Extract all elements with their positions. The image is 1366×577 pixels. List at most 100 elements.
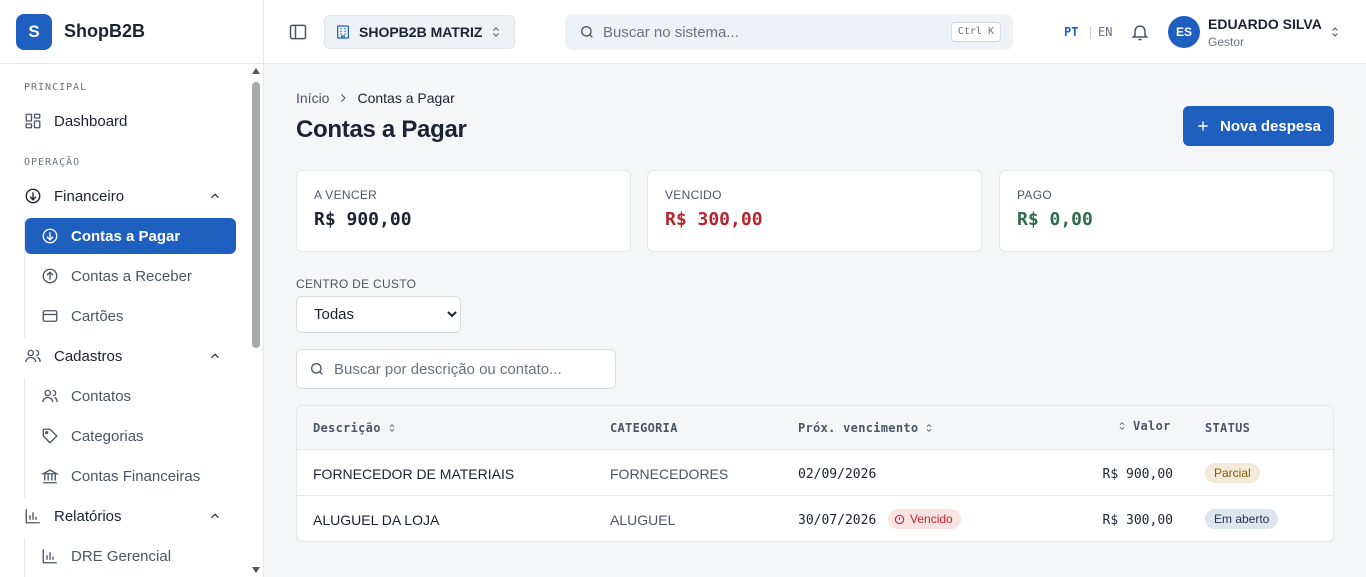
store-selector[interactable]: SHOPB2B MATRIZ xyxy=(324,15,515,49)
cell-descricao: FORNECEDOR DE MATERIAIS xyxy=(313,466,515,482)
users-icon xyxy=(42,389,58,403)
breadcrumb: Início Contas a Pagar xyxy=(296,90,455,106)
header-label: STATUS xyxy=(1205,421,1251,435)
cell-descricao: ALUGUEL DA LOJA xyxy=(313,512,440,528)
cost-center-select[interactable]: Todas xyxy=(296,296,461,333)
sidebar-item-categorias[interactable]: Categorias xyxy=(41,418,236,454)
header-label: CATEGORIA xyxy=(610,421,678,435)
header-categoria: CATEGORIA xyxy=(610,421,678,435)
table-search[interactable] xyxy=(296,349,616,389)
alert-circle-icon xyxy=(894,514,905,524)
sidebar-item-contas-receber[interactable]: Contas a Receber xyxy=(41,258,236,294)
bar-chart-icon xyxy=(25,509,40,524)
chevron-right-icon xyxy=(341,94,347,102)
card-label: PAGO xyxy=(1017,188,1052,202)
table-row[interactable]: ALUGUEL DA LOJA ALUGUEL 30/07/2026 Venci… xyxy=(297,496,1333,541)
avatar[interactable]: ES xyxy=(1168,16,1200,48)
sidebar-item-financeiro[interactable]: Financeiro xyxy=(24,178,236,214)
bell-icon[interactable] xyxy=(1130,22,1150,42)
scroll-thumb[interactable] xyxy=(252,82,260,348)
cell-categoria: FORNECEDORES xyxy=(610,466,729,482)
sidebar-item-label: DRE Gerencial xyxy=(71,547,172,565)
global-search-input[interactable] xyxy=(603,23,943,41)
main-content: Início Contas a Pagar Contas a Pagar Nov… xyxy=(264,64,1366,577)
lang-en-button[interactable]: EN xyxy=(1098,25,1112,39)
card-label: VENCIDO xyxy=(665,188,722,202)
sort-icon xyxy=(1119,421,1125,431)
brand[interactable]: S ShopB2B xyxy=(0,0,263,64)
overdue-label: Vencido xyxy=(910,512,953,526)
chevron-up-icon xyxy=(211,353,219,359)
search-icon xyxy=(581,26,593,38)
status-badge: Parcial xyxy=(1205,463,1260,483)
sidebar-item-label: Contas Financeiras xyxy=(71,467,201,485)
sidebar: S ShopB2B PRINCIPAL Dashboard OPERAÇÃO F… xyxy=(0,0,264,577)
scroll-down-arrow[interactable] xyxy=(252,567,260,573)
sort-icon xyxy=(926,423,932,433)
sidebar-item-label: Contas a Pagar xyxy=(71,227,181,245)
sidebar-item-label: Cartões xyxy=(71,307,124,325)
tag-icon xyxy=(42,428,58,444)
card-label: A VENCER xyxy=(314,188,378,202)
tree-line xyxy=(24,378,25,498)
sidebar-item-dashboard[interactable]: Dashboard xyxy=(24,103,236,139)
cost-center-label: CENTRO DE CUSTO xyxy=(296,277,417,291)
new-expense-button[interactable]: Nova despesa xyxy=(1183,106,1334,146)
sidebar-item-contas-financeiras[interactable]: Contas Financeiras xyxy=(41,458,236,494)
sidebar-item-cadastros[interactable]: Cadastros xyxy=(24,338,236,374)
summary-card-vencido: VENCIDO R$ 300,00 xyxy=(647,170,982,252)
header-label: Valor xyxy=(1133,419,1171,433)
cell-vencimento: 30/07/2026 xyxy=(798,513,877,528)
page-title: Contas a Pagar xyxy=(296,116,467,143)
chevron-updown-icon[interactable] xyxy=(1329,24,1341,40)
sidebar-item-label: Contatos xyxy=(71,387,132,405)
bank-icon xyxy=(41,469,59,484)
arrow-up-circle-icon xyxy=(42,268,58,284)
table-header: Descrição CATEGORIA Próx. vencimento Val… xyxy=(297,406,1333,450)
overdue-badge: Vencido xyxy=(888,509,961,529)
sidebar-item-relatorios[interactable]: Relatórios xyxy=(24,498,236,534)
sidebar-item-dre[interactable]: DRE Gerencial xyxy=(41,538,236,574)
user-name[interactable]: EDUARDO SILVA xyxy=(1208,16,1322,32)
section-label-operacao: OPERAÇÃO xyxy=(24,157,81,168)
plus-icon xyxy=(1198,121,1208,131)
bar-chart-icon xyxy=(42,549,57,564)
arrow-down-circle-icon xyxy=(42,228,58,244)
scroll-up-arrow[interactable] xyxy=(252,68,260,74)
tree-line xyxy=(24,538,25,577)
global-search[interactable]: Ctrl K xyxy=(565,14,1013,50)
sidebar-nav: PRINCIPAL Dashboard OPERAÇÃO Financeiro … xyxy=(0,64,263,577)
sidebar-item-cartoes[interactable]: Cartões xyxy=(41,298,236,334)
summary-card-a-vencer: A VENCER R$ 900,00 xyxy=(296,170,631,252)
header-valor[interactable]: Valor xyxy=(1117,419,1171,433)
card-value: R$ 900,00 xyxy=(314,209,412,230)
cell-vencimento: 02/09/2026 xyxy=(798,467,877,482)
table-search-input[interactable] xyxy=(334,360,614,378)
sidebar-toggle-icon[interactable] xyxy=(288,22,308,42)
card-value: R$ 300,00 xyxy=(665,209,763,230)
sidebar-item-label: Relatórios xyxy=(54,507,122,525)
card-value: R$ 0,00 xyxy=(1017,209,1093,230)
payables-table: Descrição CATEGORIA Próx. vencimento Val… xyxy=(296,405,1334,542)
search-icon xyxy=(311,363,323,375)
sidebar-item-contatos[interactable]: Contatos xyxy=(41,378,236,414)
table-row[interactable]: FORNECEDOR DE MATERIAIS FORNECEDORES 02/… xyxy=(297,450,1333,496)
credit-card-icon xyxy=(42,310,58,322)
header-vencimento[interactable]: Próx. vencimento xyxy=(798,421,934,435)
user-role: Gestor xyxy=(1208,35,1245,49)
header-label: Descrição xyxy=(313,421,381,435)
sidebar-item-label: Contas a Receber xyxy=(71,267,192,285)
building-icon xyxy=(337,25,349,39)
cell-valor: R$ 900,00 xyxy=(1102,467,1173,482)
cell-categoria: ALUGUEL xyxy=(610,512,676,528)
breadcrumb-home[interactable]: Início xyxy=(296,90,329,106)
new-expense-label: Nova despesa xyxy=(1220,117,1321,135)
lang-pt-button[interactable]: PT xyxy=(1064,25,1078,39)
lang-separator: | xyxy=(1087,25,1095,39)
sidebar-scrollbar[interactable] xyxy=(251,68,260,577)
brand-name: ShopB2B xyxy=(64,21,145,41)
header-descricao[interactable]: Descrição xyxy=(313,421,397,435)
chevron-up-icon xyxy=(211,513,219,519)
sidebar-item-contas-pagar[interactable]: Contas a Pagar xyxy=(25,218,236,254)
status-badge: Em aberto xyxy=(1205,509,1279,529)
